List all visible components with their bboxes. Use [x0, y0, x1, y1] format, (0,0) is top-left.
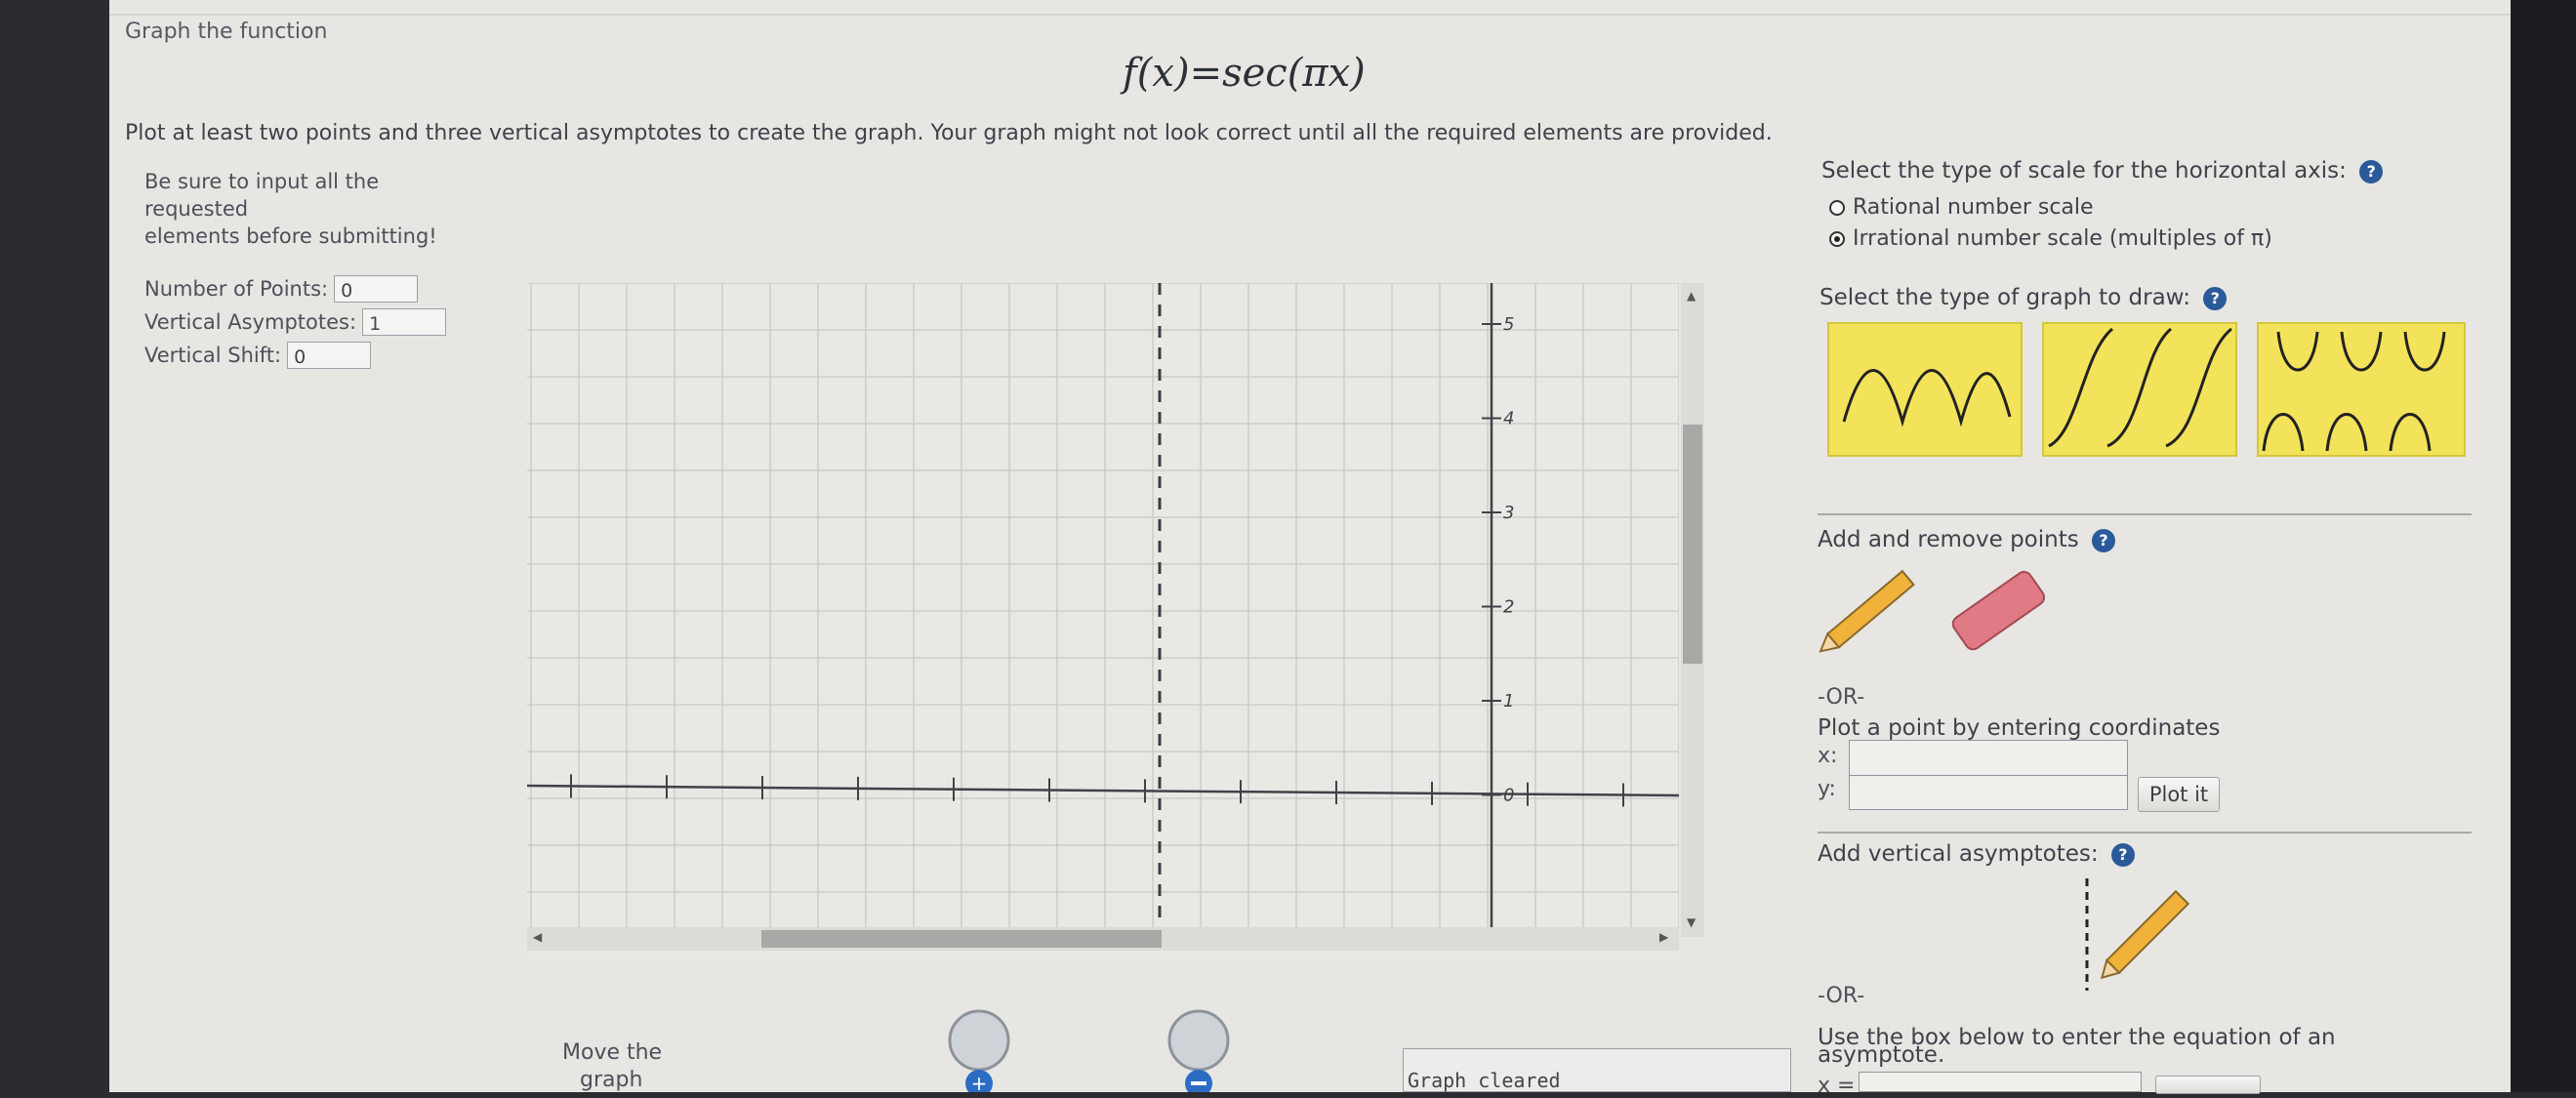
- scale-option-rational[interactable]: Rational number scale: [1829, 195, 2094, 220]
- secant-curve-icon: [2262, 331, 2446, 452]
- x-coordinate-input[interactable]: [1849, 740, 2128, 777]
- shift-counter-label: Vertical Shift:: [144, 344, 282, 367]
- sine-wave-icon: [1842, 369, 2012, 427]
- note-line-1: Be sure to input all the: [144, 170, 380, 193]
- scale-option-irrational[interactable]: Irrational number scale (multiples of π): [1829, 226, 2272, 251]
- asymptotes-counter-value: 1: [362, 308, 447, 336]
- section-divider: [1818, 832, 2472, 834]
- y-tick-label: 0: [1503, 786, 1514, 806]
- asymptote-tool-title: Add vertical asymptotes: ?: [1818, 841, 2135, 867]
- instructions: Plot at least two points and three verti…: [125, 121, 1773, 145]
- scale-option-rational-label: Rational number scale: [1853, 195, 2094, 220]
- section-divider: [1818, 513, 2472, 515]
- help-icon[interactable]: ?: [2110, 842, 2135, 867]
- asymptote-enter-label-2: asymptote.: [1818, 1042, 1945, 1068]
- radio-rational[interactable]: [1829, 199, 1845, 216]
- points-counter-label: Number of Points:: [144, 277, 329, 301]
- graph-type-title-text: Select the type of graph to draw:: [1820, 285, 2190, 310]
- graph-type-tangent[interactable]: [2042, 322, 2237, 457]
- y-tick-label: 5: [1503, 314, 1514, 335]
- shift-counter: Vertical Shift: 0: [144, 342, 372, 369]
- y-tick-label: 4: [1503, 409, 1514, 429]
- y-tick-label: 1: [1503, 691, 1514, 712]
- scroll-left-arrow-icon[interactable]: ◀: [533, 930, 542, 944]
- scale-option-irrational-label: Irrational number scale (multiples of π): [1853, 226, 2272, 251]
- pencil-icon[interactable]: [1818, 561, 1925, 659]
- scroll-up-arrow-icon[interactable]: ▲: [1687, 289, 1696, 303]
- svg-text:+: +: [971, 1072, 988, 1092]
- scroll-right-arrow-icon[interactable]: ▶: [1659, 930, 1668, 944]
- points-tool-title-text: Add and remove points: [1818, 527, 2079, 552]
- scale-title-text: Select the type of scale for the horizon…: [1821, 158, 2347, 183]
- enter-coordinates-label: Plot a point by entering coordinates: [1818, 715, 2221, 741]
- shift-counter-value: 0: [287, 342, 372, 369]
- radio-irrational[interactable]: [1829, 230, 1845, 247]
- help-icon[interactable]: ?: [2092, 528, 2116, 552]
- horizontal-scrollbar[interactable]: ◀ ▶: [527, 927, 1679, 951]
- zoom-out-icon[interactable]: [1162, 1005, 1230, 1092]
- vertical-scrollbar-thumb[interactable]: [1683, 425, 1702, 664]
- asymptotes-counter: Vertical Asymptotes: 1: [144, 308, 447, 336]
- scroll-down-arrow-icon[interactable]: ▼: [1687, 915, 1696, 929]
- x-coordinate-label: x:: [1818, 744, 1838, 768]
- points-counter: Number of Points: 0: [144, 275, 419, 303]
- y-coordinate-label: y:: [1818, 777, 1836, 801]
- function-formula: f(x)=sec(πx): [1123, 51, 1366, 96]
- y-tick-label: 3: [1503, 503, 1514, 523]
- asymptote-or-separator: -OR-: [1818, 984, 1865, 1008]
- horizontal-scrollbar-thumb[interactable]: [761, 930, 1162, 948]
- asymptote-pencil-icon[interactable]: [2069, 878, 2206, 996]
- scale-title: Select the type of scale for the horizon…: [1821, 158, 2384, 183]
- graph-type-sine[interactable]: [1827, 322, 2023, 457]
- y-coordinate-input[interactable]: [1849, 775, 2128, 810]
- plot-it-button[interactable]: Plot it: [2138, 777, 2220, 812]
- help-icon[interactable]: ?: [2359, 159, 2384, 183]
- note-line-3: elements before submitting!: [144, 224, 437, 248]
- asymptote-x-label: x =: [1818, 1074, 1856, 1098]
- graph-type-secant[interactable]: [2257, 322, 2466, 457]
- points-tool-title: Add and remove points ?: [1818, 527, 2116, 552]
- points-or-separator: -OR-: [1818, 685, 1865, 710]
- graph-background: [527, 283, 1679, 961]
- eraser-icon[interactable]: [1947, 561, 2055, 659]
- graph-type-title: Select the type of graph to draw: ?: [1820, 285, 2228, 310]
- tangent-curve-icon: [2048, 327, 2232, 448]
- asymptote-tool-title-text: Add vertical asymptotes:: [1818, 841, 2099, 867]
- graph-area[interactable]: 5 4 3 2 1 0: [526, 282, 1680, 961]
- points-counter-value: 0: [334, 275, 419, 303]
- page-title: Graph the function: [125, 20, 328, 44]
- move-graph-label-1: Move the: [562, 1040, 663, 1065]
- asymptote-equation-input[interactable]: [1859, 1072, 2142, 1092]
- graph-it-button[interactable]: [2155, 1076, 2261, 1094]
- zoom-in-icon[interactable]: +: [942, 1005, 1010, 1092]
- window-edge: [2511, 0, 2576, 1092]
- status-box: Graph cleared: [1403, 1048, 1791, 1092]
- submit-note: Be sure to input all the requested eleme…: [144, 168, 437, 250]
- vertical-scrollbar[interactable]: ▲ ▼: [1681, 283, 1704, 937]
- move-graph-label-2: graph: [580, 1068, 643, 1092]
- help-icon[interactable]: ?: [2203, 286, 2228, 310]
- y-tick-label: 2: [1503, 597, 1514, 618]
- asymptotes-counter-label: Vertical Asymptotes:: [144, 310, 357, 334]
- header-divider: [109, 14, 2511, 16]
- graph-canvas[interactable]: 5 4 3 2 1 0: [526, 282, 1680, 961]
- note-line-2: requested: [144, 197, 249, 221]
- status-text: Graph cleared: [1408, 1069, 1561, 1092]
